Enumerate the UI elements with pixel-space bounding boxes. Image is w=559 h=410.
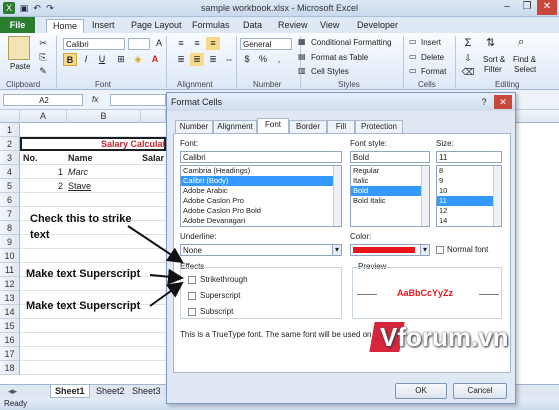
annotation-arrows (127, 225, 184, 307)
arrow-superscript-2 (149, 281, 184, 307)
arrow-superscript-1 (149, 268, 184, 285)
arrow-strikethrough (127, 225, 184, 264)
